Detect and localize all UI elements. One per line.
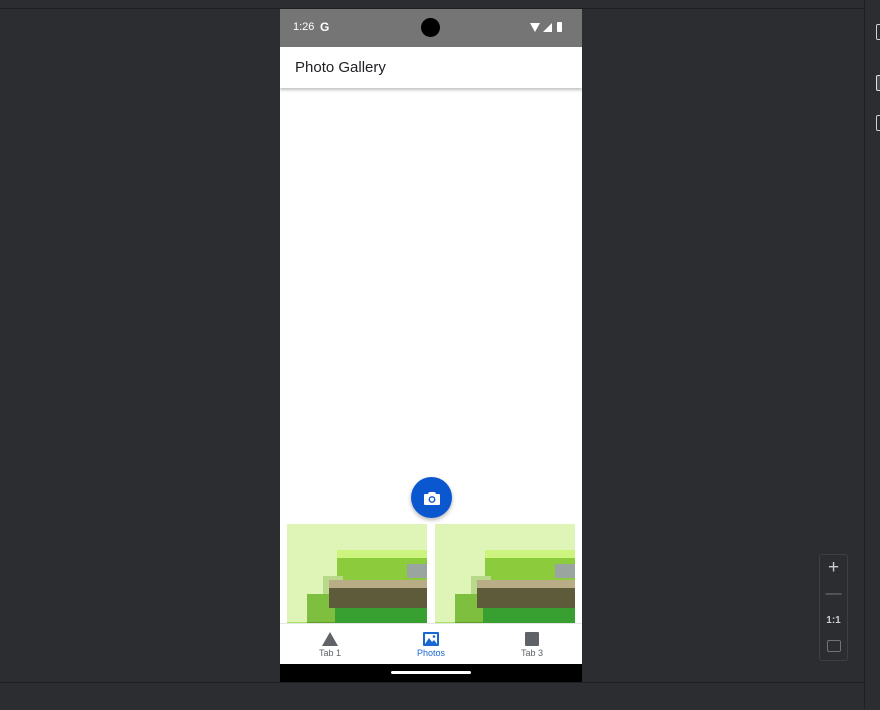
zoom-in-button[interactable]: + [820, 557, 847, 579]
zoom-out-button[interactable]: — [820, 583, 847, 605]
actual-size-button[interactable]: 1:1 [820, 609, 847, 631]
bottom-navigation: Tab 1 Photos Tab 3 [280, 623, 582, 665]
content-area [280, 88, 582, 682]
tab-label: Photos [416, 648, 446, 658]
status-bar: 1:26 G [280, 9, 582, 47]
gesture-nav-bar [280, 664, 582, 682]
layout-view-icon[interactable] [876, 115, 880, 131]
tab-photos[interactable]: Photos [381, 624, 481, 665]
zoom-to-fit-button[interactable] [820, 635, 847, 657]
status-time: 1:26 [293, 21, 315, 33]
status-icons [530, 22, 562, 32]
zoom-fit-icon [826, 640, 841, 652]
ide-status-bar [0, 682, 864, 710]
triangle-icon [322, 632, 338, 646]
tool-window-icon[interactable] [876, 24, 880, 40]
camera-icon [423, 491, 440, 505]
square-icon [525, 632, 539, 646]
google-icon: G [320, 20, 330, 34]
signal-icon [543, 22, 552, 32]
camera-cutout [421, 18, 440, 37]
device-view-icon[interactable] [876, 75, 880, 91]
tab-label: Tab 3 [520, 648, 544, 658]
home-gesture-handle[interactable] [391, 671, 471, 674]
take-photo-button[interactable] [411, 477, 452, 518]
images-icon [423, 632, 439, 646]
tab-tab3[interactable]: Tab 3 [482, 624, 582, 665]
zoom-controls: + — 1:1 [819, 554, 848, 661]
page-title: Photo Gallery [295, 59, 386, 76]
tab-label: Tab 1 [318, 648, 342, 658]
wifi-icon [530, 22, 540, 32]
device-screen: 1:26 G Photo Gallery Tab 1 Photos Tab 3 [280, 9, 582, 682]
battery-icon [557, 22, 562, 32]
tab-tab1[interactable]: Tab 1 [280, 624, 380, 665]
ide-right-toolbar [864, 0, 880, 709]
app-bar: Photo Gallery [280, 47, 582, 88]
